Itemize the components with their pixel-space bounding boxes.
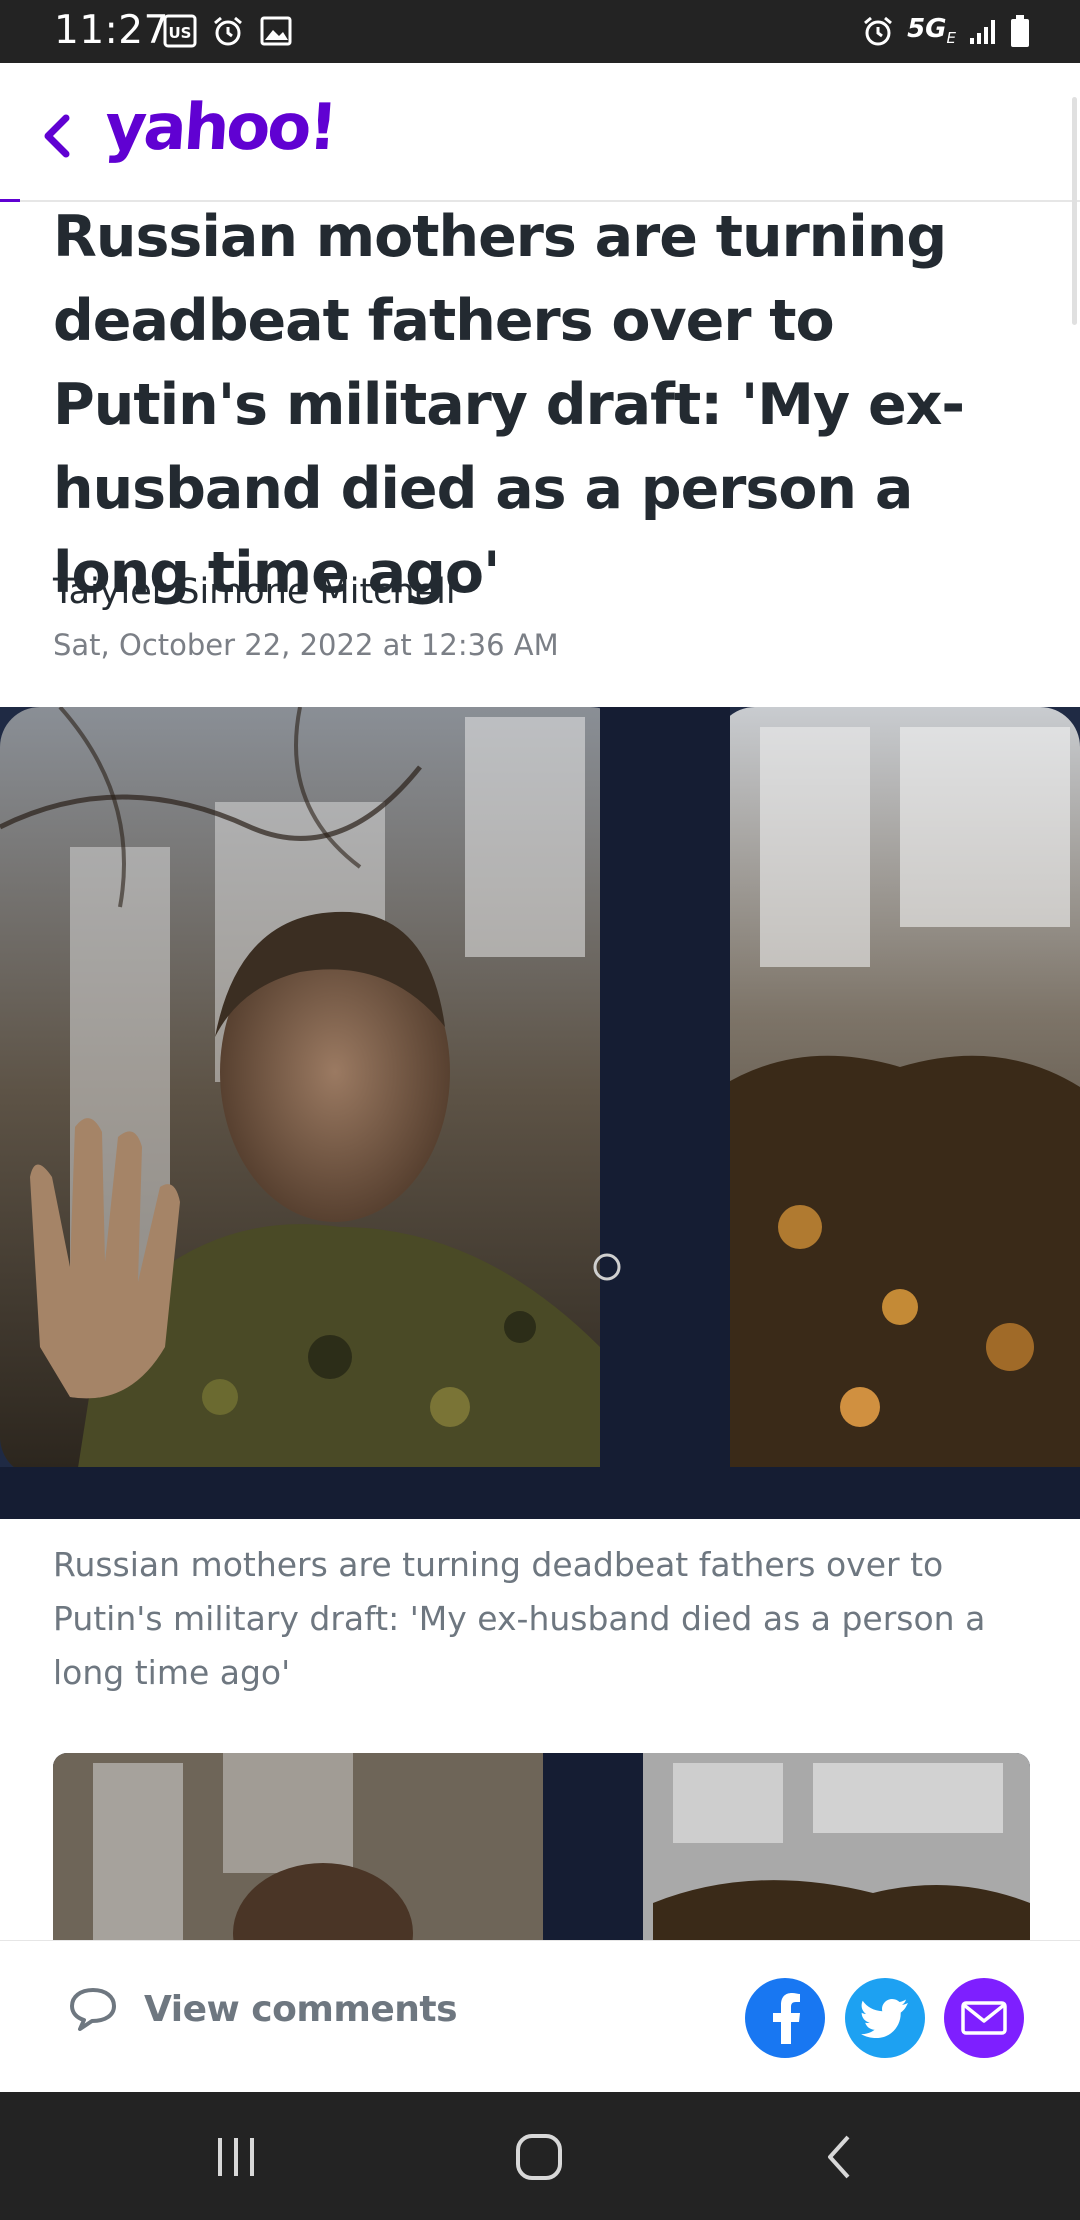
mail-icon — [961, 2001, 1007, 2035]
status-bar: 11:27 US 5GE — [0, 0, 1080, 63]
signal-icon — [970, 20, 995, 44]
action-bar: View comments — [0, 1940, 1080, 2092]
inline-image[interactable] — [53, 1753, 1030, 1940]
scrollbar[interactable] — [1072, 97, 1077, 325]
speech-bubble-icon — [70, 1988, 116, 2031]
view-comments-label: View comments — [144, 1988, 458, 2030]
back-icon — [828, 2135, 850, 2179]
image-caption: Russian mothers are turning deadbeat fat… — [53, 1545, 986, 1692]
facebook-icon — [773, 1993, 800, 2044]
home-icon — [516, 2134, 562, 2180]
article-headline: Russian mothers are turning deadbeat fat… — [53, 204, 965, 606]
article-author[interactable]: Taiyler Simone Mitchell — [53, 572, 456, 612]
share-email-button[interactable] — [944, 1978, 1024, 2058]
home-button[interactable] — [499, 2122, 579, 2192]
status-right-icons: 5GE — [861, 14, 1030, 48]
gallery-icon — [260, 16, 292, 46]
recent-apps-icon — [218, 2138, 254, 2176]
system-nav-bar — [0, 2092, 1080, 2220]
status-left-icons: US — [163, 14, 293, 48]
back-button[interactable] — [36, 108, 80, 164]
nav-back-button[interactable] — [800, 2122, 880, 2192]
hero-image[interactable] — [0, 707, 1080, 1519]
article-date: Sat, October 22, 2022 at 12:36 AM — [53, 628, 559, 662]
status-time: 11:27 — [54, 8, 169, 53]
share-facebook-button[interactable] — [745, 1978, 825, 2058]
view-comments-button[interactable]: View comments — [68, 1986, 458, 2032]
reading-progress — [0, 199, 20, 202]
alarm-icon — [214, 16, 242, 46]
share-twitter-button[interactable] — [845, 1978, 925, 2058]
recent-apps-button[interactable] — [196, 2122, 276, 2192]
app-header: yahoo! — [0, 63, 1080, 202]
battery-icon — [1011, 15, 1029, 47]
us-badge-icon: US — [163, 14, 197, 48]
alarm-icon — [864, 16, 893, 46]
twitter-icon — [861, 1999, 908, 2038]
chevron-left-icon — [44, 114, 70, 158]
svg-text:US: US — [169, 24, 192, 42]
yahoo-logo[interactable]: yahoo! — [102, 91, 337, 165]
network-type: 5GE — [907, 14, 956, 48]
